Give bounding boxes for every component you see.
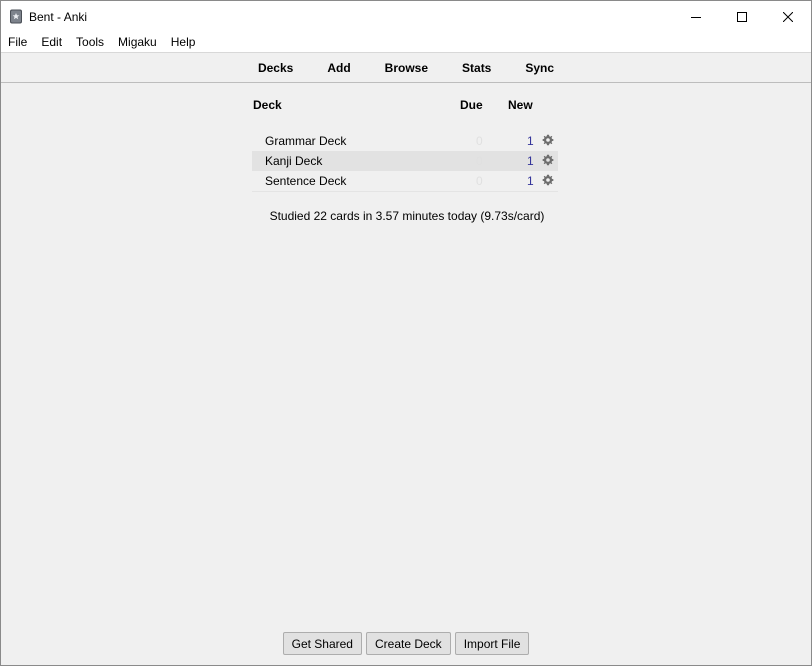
bottom-button-bar: Get Shared Create Deck Import File	[1, 632, 811, 656]
anki-window: Bent - Anki File Edit Tools Migaku Help …	[0, 0, 812, 666]
maximize-button[interactable]	[719, 1, 765, 32]
deck-new-count: 1	[527, 174, 534, 188]
menu-tools[interactable]: Tools	[69, 32, 111, 53]
window-title: Bent - Anki	[29, 9, 88, 24]
minimize-button[interactable]	[673, 1, 719, 32]
deck-row[interactable]: Kanji Deck 0 1	[252, 151, 558, 171]
toolbar-stats[interactable]: Stats	[445, 54, 508, 83]
create-deck-button[interactable]: Create Deck	[365, 632, 451, 655]
title-bar[interactable]: Bent - Anki	[1, 1, 811, 32]
deck-due-count: 0	[476, 154, 483, 168]
deck-browser: Deck Due New Grammar Deck 0 1 Kanji Deck	[1, 84, 811, 624]
menu-migaku[interactable]: Migaku	[111, 32, 164, 53]
deck-due-count: 0	[476, 134, 483, 148]
menu-bar: File Edit Tools Migaku Help	[1, 32, 811, 53]
deck-table: Deck Due New	[252, 97, 558, 117]
gear-icon[interactable]	[542, 154, 554, 166]
study-stats-text: Studied 22 cards in 3.57 minutes today (…	[269, 209, 545, 223]
deck-new-count: 1	[527, 154, 534, 168]
deck-name-grammar[interactable]: Grammar Deck	[265, 134, 346, 148]
close-icon	[783, 11, 793, 22]
maximize-icon	[737, 11, 747, 22]
get-shared-button[interactable]: Get Shared	[282, 632, 362, 655]
menu-help[interactable]: Help	[164, 32, 203, 53]
deck-new-count: 1	[527, 134, 534, 148]
header-new: New	[508, 98, 533, 112]
toolbar-sync[interactable]: Sync	[508, 54, 571, 83]
toolbar-browse[interactable]: Browse	[368, 54, 445, 83]
minimize-icon	[691, 16, 701, 18]
deck-rows: Grammar Deck 0 1 Kanji Deck 0 1 Sentence…	[252, 131, 558, 191]
deck-due-count: 0	[476, 174, 483, 188]
deck-table-divider	[252, 191, 558, 192]
deck-name-sentence[interactable]: Sentence Deck	[265, 174, 346, 188]
menu-file[interactable]: File	[1, 32, 34, 53]
anki-app-icon	[9, 9, 23, 24]
menu-edit[interactable]: Edit	[34, 32, 69, 53]
main-toolbar: Decks Add Browse Stats Sync	[1, 54, 811, 83]
deck-row[interactable]: Sentence Deck 0 1	[252, 171, 558, 191]
close-button[interactable]	[765, 1, 811, 32]
header-due: Due	[460, 98, 483, 112]
import-file-button[interactable]: Import File	[454, 632, 530, 655]
deck-name-kanji[interactable]: Kanji Deck	[265, 154, 322, 168]
gear-icon[interactable]	[542, 174, 554, 186]
deck-table-header: Deck Due New	[252, 97, 558, 117]
toolbar-decks[interactable]: Decks	[241, 54, 310, 83]
gear-icon[interactable]	[542, 134, 554, 146]
toolbar-add[interactable]: Add	[310, 54, 367, 83]
deck-row[interactable]: Grammar Deck 0 1	[252, 131, 558, 151]
window-controls	[673, 1, 811, 32]
header-deck: Deck	[253, 98, 282, 112]
